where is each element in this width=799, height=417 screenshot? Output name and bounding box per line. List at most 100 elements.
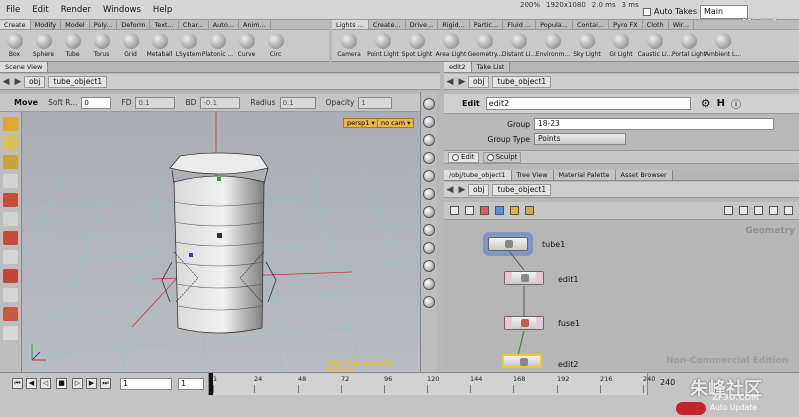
handle-marker[interactable]	[189, 253, 193, 257]
node-edit1[interactable]	[504, 271, 544, 285]
layout-icon[interactable]	[465, 206, 474, 215]
network-box-icon[interactable]	[525, 206, 534, 215]
play-button[interactable]: ▷	[72, 378, 83, 389]
shelf-tab-text[interactable]: Text...	[150, 20, 179, 29]
tab-network[interactable]: /obj/tube_object1	[444, 170, 512, 180]
prev-key-button[interactable]: ◀	[26, 378, 37, 389]
display-options-icon[interactable]	[423, 152, 435, 164]
shelf-tab-anim[interactable]: Anim...	[239, 20, 271, 29]
scale-tool-icon[interactable]	[3, 174, 18, 188]
shelf-tool-environm[interactable]: Environm...	[536, 30, 570, 62]
shelf-tool-point-light[interactable]: Point Light	[366, 30, 400, 62]
point-display-icon[interactable]	[423, 224, 435, 236]
forward-arrow-icon[interactable]: ▶	[456, 185, 468, 195]
path-seg-obj[interactable]: obj	[24, 75, 46, 88]
radius-field[interactable]: 0.1	[279, 96, 316, 109]
safe-area-icon[interactable]	[423, 278, 435, 290]
path-seg-object[interactable]: tube_object1	[48, 75, 108, 88]
shelf-tab-rigid[interactable]: Rigid...	[438, 20, 470, 29]
snap-icon[interactable]	[739, 206, 748, 215]
lock-camera-icon[interactable]	[423, 134, 435, 146]
shelf-tool-caustic-li[interactable]: Caustic Li...	[638, 30, 672, 62]
group-type-menu[interactable]: Points	[534, 133, 626, 145]
shelf-tab-poly[interactable]: Poly...	[90, 20, 118, 29]
soft-radius-field[interactable]: 0	[81, 96, 112, 109]
network-editor[interactable]: Geometry tube1 edit1 fuse1 edit2 Non-Com…	[444, 220, 799, 372]
fd-field[interactable]: 0.1	[135, 96, 176, 109]
select-tool-icon[interactable]	[3, 117, 18, 131]
path-seg-obj[interactable]: obj	[468, 75, 490, 88]
shape-palette-icon[interactable]	[495, 206, 504, 215]
shelf-tab-pyro-fx[interactable]: Pyro FX	[609, 20, 643, 29]
tab-material-palette[interactable]: Material Palette	[553, 170, 616, 180]
paint-tool-icon[interactable]	[3, 288, 18, 302]
auto-takes-toggle[interactable]: Auto Takes	[643, 7, 697, 16]
shelf-tool-sphere[interactable]: Sphere	[29, 30, 58, 62]
back-arrow-icon[interactable]: ◀	[0, 77, 12, 87]
node-edit2[interactable]	[502, 354, 542, 368]
node-fuse1[interactable]	[504, 316, 544, 330]
tab-edit2[interactable]: edit2	[444, 62, 472, 72]
align-icon[interactable]	[724, 206, 733, 215]
shelf-tab-fluid[interactable]: Fluid ...	[503, 20, 537, 29]
shelf-tab-lights[interactable]: Lights ...	[332, 20, 369, 29]
shelf-tab-popula[interactable]: Popula...	[536, 20, 573, 29]
shelf-tab-auto[interactable]: Auto...	[209, 20, 239, 29]
shelf-tab-create[interactable]: Create	[0, 20, 31, 29]
back-arrow-icon[interactable]: ◀	[444, 185, 456, 195]
shelf-tool-tube[interactable]: Tube	[58, 30, 87, 62]
render-tool-icon[interactable]	[3, 326, 18, 340]
gear-icon[interactable]: ⚙	[701, 97, 711, 110]
pose-tool-icon[interactable]	[3, 212, 18, 226]
zoom-icon[interactable]	[769, 206, 778, 215]
shelf-tool-sky-light[interactable]: Sky Light	[570, 30, 604, 62]
sculpt-mode-button[interactable]: Sculpt	[482, 151, 522, 163]
shelf-tool-area-light[interactable]: Area Light	[434, 30, 468, 62]
shelf-tool-torus[interactable]: Torus	[87, 30, 116, 62]
color-palette-icon[interactable]	[480, 206, 489, 215]
grid-icon[interactable]	[754, 206, 763, 215]
auto-takes-checkbox[interactable]	[643, 7, 651, 16]
selected-point-marker[interactable]	[217, 177, 221, 181]
bd-field[interactable]: -0.1	[200, 96, 241, 109]
start-frame-field[interactable]: 1	[178, 378, 204, 390]
tab-scene-view[interactable]: Scene View	[0, 62, 49, 72]
transform-tool-icon[interactable]	[3, 136, 18, 150]
path-seg-object[interactable]: tube_object1	[492, 183, 552, 196]
shelf-tool-circ[interactable]: Circ	[261, 30, 290, 62]
shelf-tool-camera[interactable]: Camera	[332, 30, 366, 62]
menu-render[interactable]: Render	[55, 5, 97, 15]
path-seg-object[interactable]: tube_object1	[492, 75, 552, 88]
ghost-icon[interactable]	[423, 206, 435, 218]
shelf-tool-gi-light[interactable]: GI Light	[604, 30, 638, 62]
tab-asset-browser[interactable]: Asset Browser	[615, 170, 673, 180]
light-tool-icon[interactable]	[3, 307, 18, 321]
view-tool-icon[interactable]	[3, 231, 18, 245]
shelf-tab-char[interactable]: Char...	[179, 20, 209, 29]
normals-icon[interactable]	[423, 242, 435, 254]
shelf-tool-box[interactable]: Box	[0, 30, 29, 62]
menu-windows[interactable]: Windows	[97, 5, 147, 15]
node-tube1[interactable]	[488, 237, 528, 251]
shelf-tool-ambient-l[interactable]: Ambient L...	[705, 30, 741, 62]
snap-grid-icon[interactable]	[423, 260, 435, 272]
shelf-tool-grid[interactable]: Grid	[116, 30, 145, 62]
shelf-tab-contai[interactable]: Contai...	[573, 20, 610, 29]
shelf-tab-model[interactable]: Model	[61, 20, 90, 29]
wireframe-icon[interactable]	[423, 188, 435, 200]
info-icon[interactable]: ⓘ	[731, 96, 741, 111]
no-cam-menu[interactable]: no cam ▾	[377, 118, 415, 128]
back-arrow-icon[interactable]: ◀	[444, 77, 456, 87]
auto-update-label[interactable]: Auto Update	[710, 403, 757, 412]
help-icon[interactable]: H	[717, 98, 725, 109]
opacity-field[interactable]: 1	[358, 96, 393, 109]
current-frame-field[interactable]: 1	[120, 378, 172, 390]
shading-mode-icon[interactable]	[423, 170, 435, 182]
frame-view-icon[interactable]	[423, 116, 435, 128]
step-back-button[interactable]: ◁	[40, 378, 51, 389]
tab-tree-view[interactable]: Tree View	[511, 170, 554, 180]
shelf-tool-metaball[interactable]: Metaball	[145, 30, 174, 62]
first-frame-button[interactable]: ⏮	[12, 378, 23, 389]
menu-help[interactable]: Help	[147, 5, 178, 15]
node-name-field[interactable]: edit2	[485, 97, 691, 110]
